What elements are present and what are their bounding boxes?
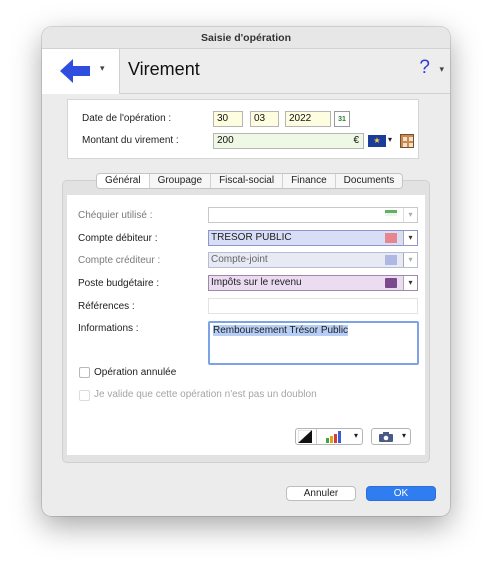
- credit-label: Compte créditeur :: [78, 255, 161, 266]
- bank-icon: [385, 233, 397, 243]
- help-icon[interactable]: ?: [419, 57, 430, 79]
- currency-chevron-icon[interactable]: ▾: [388, 135, 392, 144]
- budget-value: Impôts sur le revenu: [211, 277, 302, 288]
- amount-label: Montant du virement :: [82, 135, 179, 146]
- currency-symbol: €: [353, 135, 359, 146]
- amount-value: 200: [217, 135, 234, 146]
- calendar-icon[interactable]: 31: [334, 111, 350, 127]
- help-chevron-icon[interactable]: ▾: [439, 64, 444, 75]
- chevron-down-icon: ▾: [100, 63, 105, 73]
- calculator-icon[interactable]: [400, 134, 414, 148]
- eu-flag-icon[interactable]: ★: [368, 135, 386, 147]
- folder-icon: [385, 278, 397, 288]
- credit-account-value: Compte-joint: [211, 254, 268, 265]
- info-label: Informations :: [78, 323, 139, 334]
- page-title: Virement: [128, 59, 200, 79]
- operation-type-selector[interactable]: ▾: [42, 49, 120, 94]
- cancel-button[interactable]: Annuler: [286, 486, 356, 501]
- tag-chevron-icon: ▾: [353, 431, 358, 440]
- debit-account-select[interactable]: TRESOR PUBLIC ▾: [208, 230, 418, 246]
- checkbook-icon: [385, 210, 397, 216]
- tab-fiscal-social[interactable]: Fiscal-social: [211, 174, 284, 188]
- color-tag-button[interactable]: ▾: [295, 428, 363, 445]
- debit-label: Compte débiteur :: [78, 233, 158, 244]
- camera-icon: [379, 432, 393, 442]
- amount-field[interactable]: 200 €: [213, 133, 364, 149]
- contrast-icon: [298, 430, 312, 443]
- references-input[interactable]: [208, 298, 418, 314]
- chequier-select[interactable]: ▾: [208, 207, 418, 223]
- chequier-chevron-icon: ▾: [403, 208, 417, 222]
- annulee-checkbox[interactable]: [79, 367, 90, 378]
- camera-button[interactable]: ▾: [371, 428, 411, 445]
- year-field[interactable]: 2022: [285, 111, 331, 127]
- debit-account-value: TRESOR PUBLIC: [211, 232, 292, 243]
- credit-account-select[interactable]: Compte-joint ▾: [208, 252, 418, 268]
- doublon-label: Je valide que cette opération n'est pas …: [94, 389, 317, 400]
- budget-label: Poste budgétaire :: [78, 278, 160, 289]
- month-field[interactable]: 03: [250, 111, 279, 127]
- tab-bar: Général Groupage Fiscal-social Finance D…: [96, 173, 404, 189]
- credit-chevron-icon: ▾: [403, 253, 417, 267]
- day-field[interactable]: 30: [213, 111, 243, 127]
- dialog-header: ▾ Virement ? ▾: [42, 49, 450, 94]
- references-label: Références :: [78, 301, 135, 312]
- account-icon: [385, 255, 397, 265]
- info-value: Remboursement Trésor Public: [213, 325, 349, 336]
- camera-chevron-icon: ▾: [401, 431, 406, 440]
- tag-colors-icon: [326, 431, 341, 443]
- chequier-label: Chéquier utilisé :: [78, 210, 153, 221]
- debit-chevron-icon: ▾: [403, 231, 417, 245]
- date-amount-panel: Date de l'opération : 30 03 2022 31 Mont…: [67, 99, 419, 159]
- tab-groupage[interactable]: Groupage: [149, 174, 212, 188]
- back-arrow-icon: [60, 59, 90, 83]
- tool-divider: [316, 429, 317, 444]
- tab-documents[interactable]: Documents: [335, 174, 403, 188]
- budget-chevron-icon: ▾: [403, 276, 417, 290]
- window-title: Saisie d'opération: [42, 27, 450, 49]
- ok-button[interactable]: OK: [366, 486, 436, 501]
- info-textarea[interactable]: Remboursement Trésor Public: [208, 321, 419, 365]
- budget-select[interactable]: Impôts sur le revenu ▾: [208, 275, 418, 291]
- annulee-label: Opération annulée: [94, 367, 177, 378]
- tab-general[interactable]: Général: [97, 174, 150, 188]
- doublon-checkbox[interactable]: [79, 390, 90, 401]
- tab-finance[interactable]: Finance: [283, 174, 336, 188]
- operation-dialog: Saisie d'opération ▾ Virement ? ▾ Date d…: [42, 27, 450, 516]
- date-label: Date de l'opération :: [82, 113, 172, 124]
